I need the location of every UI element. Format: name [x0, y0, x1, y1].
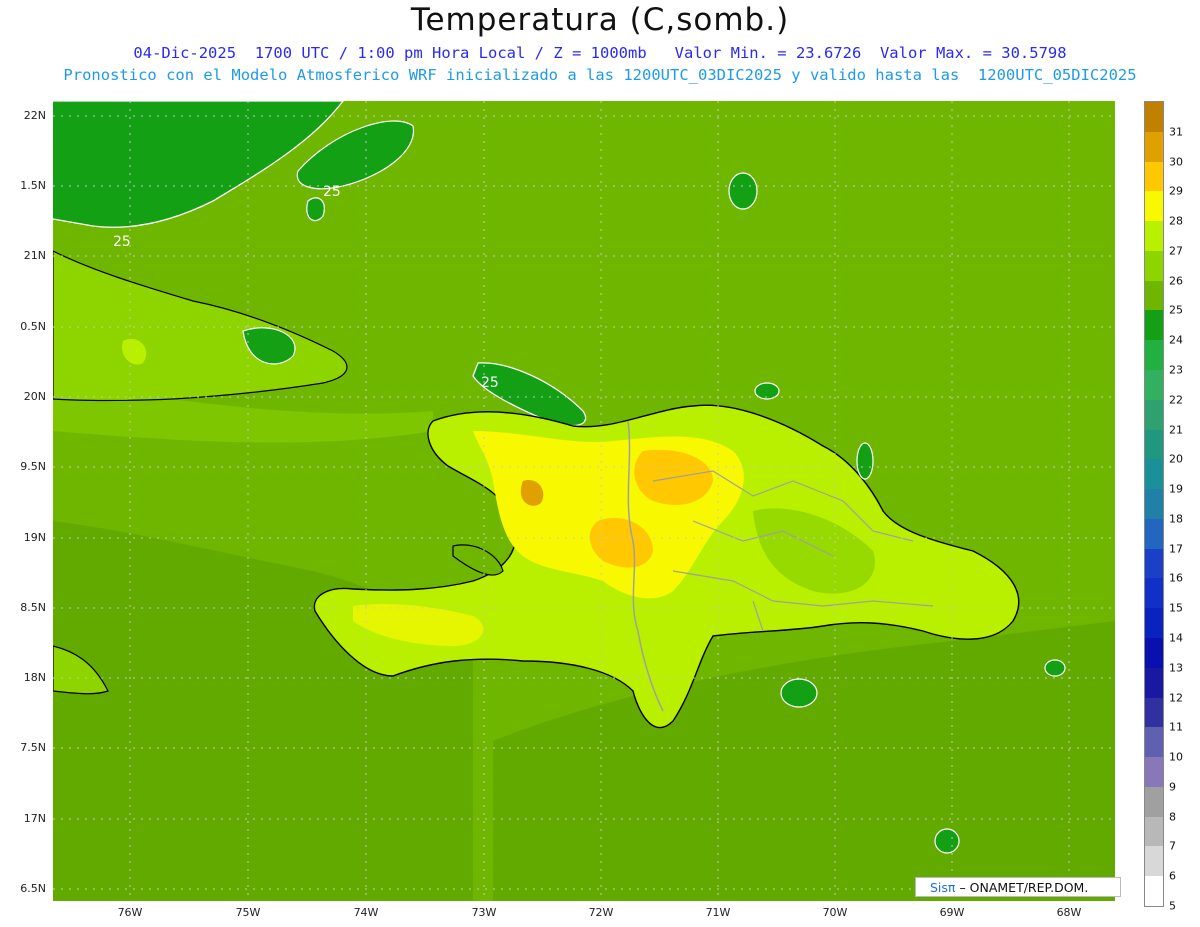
legend-swatch: [1145, 786, 1163, 818]
legend-label: 30: [1169, 155, 1183, 169]
lon-label-75w: 75W: [235, 906, 261, 919]
lat-label-22n: 22N: [23, 109, 46, 122]
credit-text: – ONAMET/REP.DOM.: [959, 880, 1089, 895]
cool-patch-far-south: [934, 828, 960, 854]
lat-label-20n: 20N: [23, 390, 46, 403]
legend-swatch: [1145, 221, 1163, 252]
legend-label: 8: [1169, 810, 1176, 824]
lon-label-69w: 69W: [939, 906, 965, 919]
legend-swatch: [1145, 399, 1163, 431]
legend-swatch: [1145, 489, 1163, 520]
lat-label-17n: 17N: [23, 812, 46, 825]
lat-label-20-5n: 0.5N: [20, 320, 46, 333]
lat-label-17-5n: 7.5N: [20, 741, 46, 754]
legend-swatch: [1145, 459, 1163, 490]
legend-swatch: [1145, 846, 1163, 877]
valid-time-subtitle: 04-Dic-2025 1700 UTC / 1:00 pm Hora Loca…: [133, 44, 1067, 62]
legend-label: 6: [1169, 869, 1176, 883]
legend-swatch: [1145, 191, 1163, 222]
legend-swatch: [1145, 608, 1163, 639]
legend-label: 5: [1169, 899, 1176, 913]
lon-label-68w: 68W: [1056, 906, 1082, 919]
legend-label: 14: [1169, 631, 1183, 645]
lat-label-16-5n: 6.5N: [20, 882, 46, 895]
lon-label-74w: 74W: [353, 906, 379, 919]
cool-patch-samana: [856, 442, 874, 480]
cool-patch-south-sea: [780, 678, 818, 708]
legend-label: 26: [1169, 274, 1183, 288]
map-canvas: 25 25 25: [53, 101, 1115, 901]
contour-label-1: 25: [323, 184, 341, 200]
lat-label-18-5n: 8.5N: [20, 601, 46, 614]
credit-box: Sisπ – ONAMET/REP.DOM.: [915, 877, 1121, 897]
legend-swatch: [1145, 370, 1163, 401]
cool-patch-small-1: [306, 197, 325, 222]
legend-label: 11: [1169, 720, 1183, 734]
legend-swatch: [1145, 638, 1163, 669]
legend-swatch: [1145, 518, 1163, 550]
lat-label-18n: 18N: [23, 671, 46, 684]
legend-label: 19: [1169, 482, 1183, 496]
legend-swatch: [1145, 578, 1163, 609]
legend-swatch: [1145, 280, 1163, 311]
legend-swatch: [1145, 310, 1163, 341]
legend-label: 22: [1169, 393, 1183, 407]
legend-label: 31: [1169, 125, 1183, 139]
legend-label: 24: [1169, 333, 1183, 347]
legend-label: 9: [1169, 780, 1176, 794]
legend-label: 29: [1169, 184, 1183, 198]
legend-swatch: [1145, 757, 1163, 788]
legend-swatch: [1145, 340, 1163, 371]
lon-label-71w: 71W: [705, 906, 731, 919]
lat-label-19n: 19N: [23, 531, 46, 544]
legend-label: 10: [1169, 750, 1183, 764]
temperature-map: 25 25 25: [53, 101, 1115, 901]
legend-swatch: [1145, 727, 1163, 758]
legend-label: 7: [1169, 839, 1176, 853]
legend-swatch: [1145, 429, 1163, 460]
legend-label: 25: [1169, 303, 1183, 317]
contour-label-2: 25: [113, 234, 131, 250]
legend-label: 18: [1169, 512, 1183, 526]
cool-patch-caicos: [728, 172, 758, 210]
legend-label: 20: [1169, 452, 1183, 466]
lat-label-19-5n: 9.5N: [20, 460, 46, 473]
sispi-logo-text: Sisπ: [930, 880, 956, 895]
temperature-color-legend: 31 30 29 28 27 26 25 24 23 22 21 20 19 18 17 16 15 14 13 12…: [1144, 101, 1183, 913]
legend-label: 28: [1169, 214, 1183, 228]
legend-swatch: [1145, 250, 1163, 282]
contour-label-3: 25: [481, 375, 499, 391]
lon-label-73w: 73W: [471, 906, 497, 919]
lat-label-21n: 21N: [23, 249, 46, 262]
legend-label: 13: [1169, 661, 1183, 675]
legend-swatch: [1145, 102, 1163, 133]
legend-label: 21: [1169, 423, 1183, 437]
legend-swatch: [1145, 548, 1163, 579]
legend-label: 16: [1169, 571, 1183, 585]
legend-swatch: [1145, 876, 1163, 907]
lon-label-76w: 76W: [117, 906, 143, 919]
legend-label: 17: [1169, 542, 1183, 556]
legend-label: 27: [1169, 244, 1183, 258]
legend-label: 23: [1169, 363, 1183, 377]
legend-label: 12: [1169, 691, 1183, 705]
legend-swatch: [1145, 161, 1163, 192]
map-title: Temperatura (C,somb.): [410, 2, 790, 38]
legend-swatch: [1145, 131, 1163, 163]
lat-label-21-5n: 1.5N: [20, 179, 46, 192]
cool-patch-puerto-rico: [1044, 659, 1066, 677]
legend-swatch: [1145, 816, 1163, 847]
lon-label-70w: 70W: [822, 906, 848, 919]
model-run-subtitle: Pronostico con el Modelo Atmosferico WRF…: [63, 66, 1137, 84]
legend-swatch: [1145, 697, 1163, 728]
legend-swatch: [1145, 667, 1163, 699]
legend-label: 15: [1169, 601, 1183, 615]
lon-label-72w: 72W: [588, 906, 614, 919]
